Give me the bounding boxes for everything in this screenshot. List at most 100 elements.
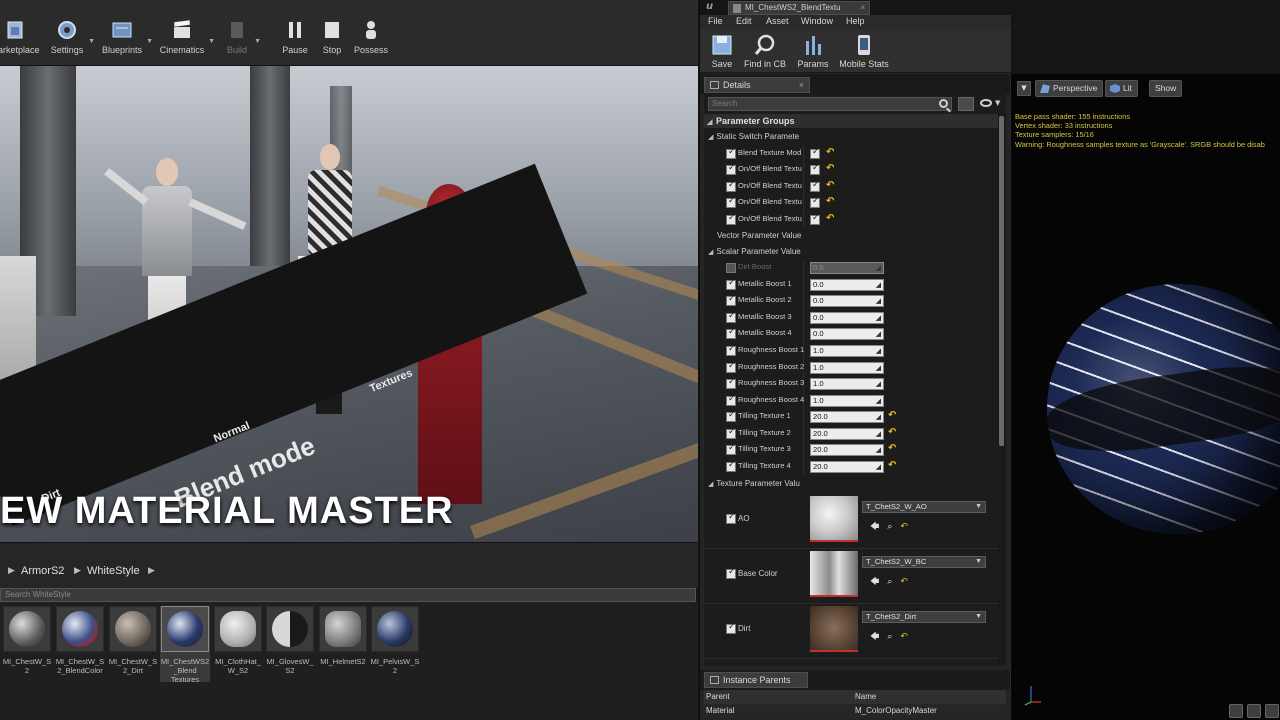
scalar-value-input[interactable]: 1.0 ◢ bbox=[810, 362, 884, 374]
drag-handle-icon[interactable]: ◢ bbox=[876, 364, 881, 374]
reset-to-default-icon[interactable]: ↶ bbox=[888, 460, 896, 471]
override-checkbox[interactable] bbox=[726, 427, 736, 439]
drag-handle-icon[interactable]: ◢ bbox=[876, 463, 881, 473]
menu-file[interactable]: File bbox=[708, 16, 723, 26]
vector-parameter-group-header[interactable]: Vector Parameter Value bbox=[717, 228, 811, 243]
reset-to-default-icon[interactable]: ↶ bbox=[826, 196, 834, 207]
stop-button[interactable]: Stop bbox=[318, 18, 346, 64]
override-checkbox[interactable] bbox=[726, 361, 736, 373]
drag-handle-icon[interactable]: ◢ bbox=[876, 446, 881, 456]
settings-button[interactable]: Settings ▼ bbox=[48, 18, 95, 64]
texture-asset-dropdown[interactable]: T_ChetS2_Dirt ▼ bbox=[862, 611, 986, 623]
mi-document-tab[interactable]: MI_ChestWS2_BlendTextu × bbox=[728, 1, 870, 15]
build-button[interactable]: Build ▼ bbox=[222, 18, 261, 64]
use-selected-arrow-icon[interactable]: 🡄 bbox=[870, 632, 879, 642]
drag-handle-icon[interactable]: ◢ bbox=[876, 297, 881, 307]
reset-to-default-icon[interactable]: ↶ bbox=[888, 410, 896, 421]
static-switch-group-header[interactable]: ◢ Static Switch Paramete bbox=[708, 129, 802, 144]
override-checkbox[interactable] bbox=[726, 163, 736, 175]
asset-tile[interactable]: MI_ChestW_S2 bbox=[2, 606, 52, 675]
override-checkbox[interactable] bbox=[726, 344, 736, 356]
build-dropdown-arrow[interactable]: ▼ bbox=[254, 38, 261, 45]
reset-to-default-icon[interactable]: ↶ bbox=[900, 522, 908, 532]
scalar-value-input[interactable]: 0.0 ◢ bbox=[810, 295, 884, 307]
scalar-value-input[interactable]: 20.0 ◢ bbox=[810, 411, 884, 423]
override-checkbox[interactable] bbox=[726, 622, 736, 634]
override-checkbox[interactable] bbox=[726, 294, 736, 306]
override-checkbox[interactable] bbox=[726, 460, 736, 472]
mobile-stats-button[interactable]: Mobile Stats bbox=[838, 33, 890, 69]
switch-value-checkbox[interactable] bbox=[810, 196, 820, 208]
asset-tile[interactable]: MI_PelvisW_S2 bbox=[370, 606, 420, 675]
perspective-button[interactable]: Perspective bbox=[1035, 80, 1104, 97]
asset-tile-selected[interactable]: MI_ChestWS2_Blend Textures bbox=[160, 606, 210, 684]
reset-to-default-icon[interactable]: ↶ bbox=[888, 443, 896, 454]
scalar-value-input[interactable]: 1.0 ◢ bbox=[810, 378, 884, 390]
scalar-value-input[interactable]: 0.0 ◢ bbox=[810, 328, 884, 340]
drag-handle-icon[interactable]: ◢ bbox=[876, 314, 881, 324]
eye-icon[interactable] bbox=[980, 99, 992, 107]
override-checkbox[interactable] bbox=[726, 327, 736, 339]
drag-handle-icon[interactable]: ◢ bbox=[876, 330, 881, 340]
override-checkbox[interactable] bbox=[726, 443, 736, 455]
parameter-groups-header[interactable]: ◢ Parameter Groups bbox=[704, 114, 998, 129]
override-checkbox[interactable] bbox=[726, 311, 736, 323]
menu-window[interactable]: Window bbox=[801, 16, 833, 26]
use-selected-arrow-icon[interactable]: 🡄 bbox=[870, 577, 879, 587]
blueprints-button[interactable]: Blueprints ▼ bbox=[100, 18, 153, 64]
lit-button[interactable]: Lit bbox=[1105, 80, 1138, 97]
menu-help[interactable]: Help bbox=[846, 16, 865, 26]
breadcrumb-item-whitestyle[interactable]: WhiteStyle bbox=[87, 565, 140, 577]
reset-to-default-icon[interactable]: ↶ bbox=[826, 147, 834, 158]
menu-asset[interactable]: Asset bbox=[766, 16, 789, 26]
override-checkbox[interactable] bbox=[726, 263, 736, 273]
switch-value-checkbox[interactable] bbox=[810, 180, 820, 192]
scalar-value-input[interactable]: 20.0 ◢ bbox=[810, 444, 884, 456]
switch-value-checkbox[interactable] bbox=[810, 163, 820, 175]
switch-value-checkbox[interactable] bbox=[810, 213, 820, 225]
override-checkbox[interactable] bbox=[726, 147, 736, 159]
settings-dropdown-arrow[interactable]: ▼ bbox=[88, 38, 95, 45]
scalar-value-input[interactable]: 0.0 ◢ bbox=[810, 279, 884, 291]
override-checkbox[interactable] bbox=[726, 180, 736, 192]
scalar-value-input[interactable]: 0.0 ◢ bbox=[810, 312, 884, 324]
override-checkbox[interactable] bbox=[726, 196, 736, 208]
texture-asset-dropdown[interactable]: T_ChetS2_W_AO ▼ bbox=[862, 501, 986, 513]
marketplace-button[interactable]: Marketplace bbox=[0, 18, 42, 64]
reset-to-default-icon[interactable]: ↶ bbox=[888, 427, 896, 438]
details-tab[interactable]: Details × bbox=[704, 77, 810, 93]
material-preview-viewport[interactable]: ▼ Perspective Lit Show Base pass shader:… bbox=[1010, 74, 1280, 720]
preview-shape-button[interactable] bbox=[1247, 704, 1261, 718]
pause-button[interactable]: Pause bbox=[280, 18, 310, 64]
override-checkbox[interactable] bbox=[726, 512, 736, 524]
drag-handle-icon[interactable]: ◢ bbox=[876, 413, 881, 423]
show-button[interactable]: Show bbox=[1149, 80, 1183, 97]
preview-shape-button[interactable] bbox=[1265, 704, 1279, 718]
override-checkbox[interactable] bbox=[726, 394, 736, 406]
texture-thumbnail[interactable] bbox=[810, 496, 858, 542]
scalar-value-input[interactable]: 20.0 ◢ bbox=[810, 428, 884, 440]
close-icon[interactable]: × bbox=[799, 78, 804, 92]
reset-to-default-icon[interactable]: ↶ bbox=[900, 577, 908, 587]
drag-handle-icon[interactable]: ◢ bbox=[876, 430, 881, 440]
params-button[interactable]: Params bbox=[796, 33, 830, 69]
texture-asset-dropdown[interactable]: T_ChetS2_W_BC ▼ bbox=[862, 556, 986, 568]
asset-tile[interactable]: MI_ChestW_S2_BlendColor bbox=[55, 606, 105, 675]
cinematics-dropdown-arrow[interactable]: ▼ bbox=[208, 38, 215, 45]
details-search-input[interactable]: Search bbox=[708, 97, 952, 111]
asset-tile[interactable]: MI_ClothHat_W_S2 bbox=[213, 606, 263, 675]
close-icon[interactable]: × bbox=[860, 2, 865, 14]
asset-tile[interactable]: MI_ChestW_S2_Dirt bbox=[108, 606, 158, 675]
override-checkbox[interactable] bbox=[726, 410, 736, 422]
reset-to-default-icon[interactable]: ↶ bbox=[826, 180, 834, 191]
browse-search-icon[interactable]: ⌕ bbox=[887, 522, 892, 532]
switch-value-checkbox[interactable] bbox=[810, 147, 820, 159]
browse-search-icon[interactable]: ⌕ bbox=[887, 577, 892, 587]
asset-tile[interactable]: MI_HelmetS2 bbox=[318, 606, 368, 666]
breadcrumb-arrow[interactable]: ▶ bbox=[8, 566, 15, 576]
drag-handle-icon[interactable]: ◢ bbox=[876, 281, 881, 291]
column-header-name[interactable]: Name bbox=[855, 690, 876, 704]
override-checkbox[interactable] bbox=[726, 567, 736, 579]
possess-button[interactable]: Possess bbox=[352, 18, 390, 64]
drag-handle-icon[interactable]: ◢ bbox=[876, 397, 881, 407]
